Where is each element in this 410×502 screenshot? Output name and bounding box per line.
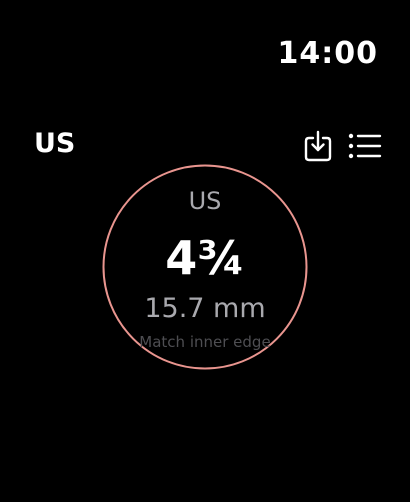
ring-size-system: US [188,187,222,215]
ring-diameter: 15.7 mm [144,293,266,324]
ring-size-value: 4¾ [165,231,245,285]
status-time: 14:00 [277,36,378,71]
save-to-device-icon [304,130,332,162]
save-button[interactable] [301,128,335,164]
ring-readout: US 4¾ 15.7 mm Match inner edge [102,164,308,370]
ring-size-display[interactable]: US 4¾ 15.7 mm Match inner edge [102,164,308,370]
list-button[interactable] [348,128,382,164]
list-icon [348,133,382,159]
watch-screen: 14:00 US US 4¾ 15.7 mm Match inner edge [0,0,410,502]
ring-hint: Match inner edge [139,333,271,351]
nav-title: US [34,128,76,159]
